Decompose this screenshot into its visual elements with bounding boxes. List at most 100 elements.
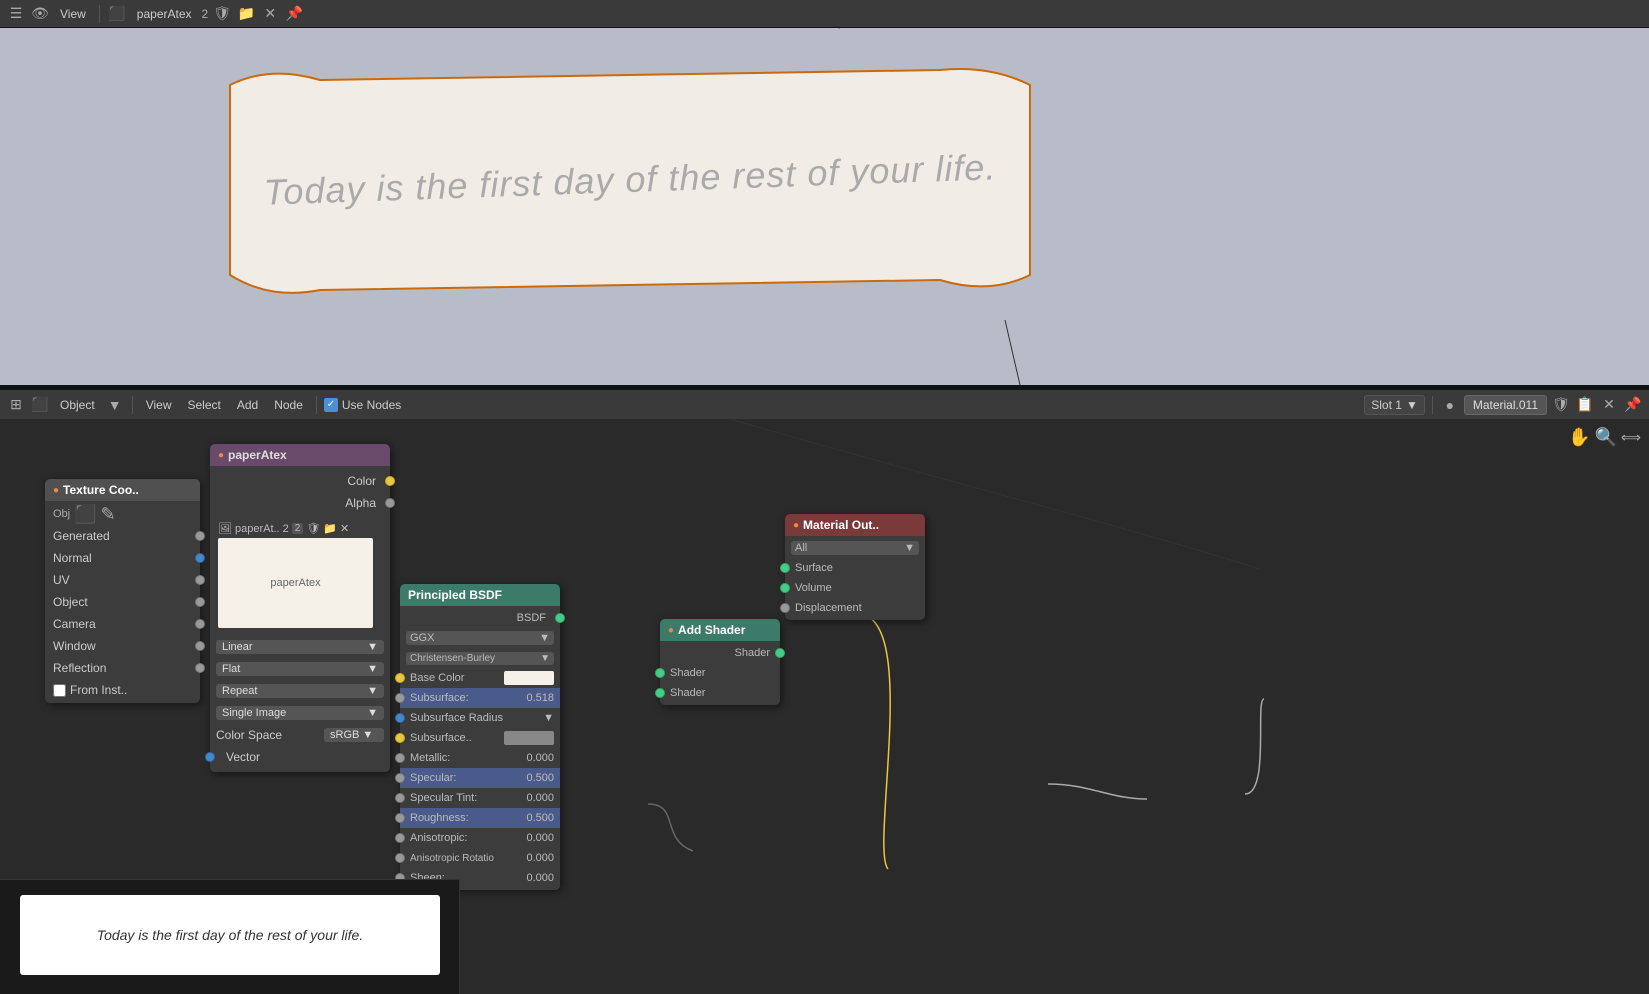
mat-sphere-icon[interactable]: ● <box>1440 395 1460 415</box>
ne-mode-icon[interactable]: ⊞ <box>6 395 26 415</box>
ne-view-menu[interactable]: View <box>140 396 178 414</box>
pa-linear-row[interactable]: Linear ▼ <box>210 636 390 658</box>
add-shader-in2-socket[interactable] <box>655 688 665 698</box>
bsdf-specular-socket[interactable] <box>395 773 405 783</box>
bsdf-subsurf-method-dropdown[interactable]: Christensen-Burley ▼ <box>406 652 554 665</box>
close-icon[interactable]: ✕ <box>260 4 280 24</box>
pa-repeat-row[interactable]: Repeat ▼ <box>210 680 390 702</box>
pa-cs-dropdown[interactable]: sRGB ▼ <box>324 728 384 742</box>
bsdf-spectint-socket[interactable] <box>395 793 405 803</box>
pa-img-shield[interactable]: 🛡 <box>306 522 320 535</box>
render-icon[interactable]: ⬛ <box>107 4 127 24</box>
pan-icon[interactable]: ✋ <box>1568 427 1590 448</box>
bsdf-out-socket[interactable] <box>555 613 565 623</box>
mat-pin-icon[interactable]: 📌 <box>1623 395 1643 415</box>
bsdf-roughness-row[interactable]: Roughness: 0.500 <box>400 808 560 828</box>
material-name-btn[interactable]: Material.011 <box>1464 395 1547 415</box>
bsdf-aniso-socket[interactable] <box>395 833 405 843</box>
pa-alpha-socket[interactable] <box>385 498 395 508</box>
sep3 <box>316 396 317 414</box>
pa-single-dropdown[interactable]: Single Image ▼ <box>216 706 384 720</box>
folder-icon[interactable]: 📁 <box>236 4 256 24</box>
use-nodes-checkbox[interactable]: ✓ <box>324 398 338 412</box>
node-editor[interactable]: ⊞ ⬛ Object ▼ View Select Add Node ✓ Use … <box>0 389 1649 994</box>
tc-obj-icon[interactable]: ⬛ <box>74 504 96 525</box>
use-nodes-toggle[interactable]: ✓ Use Nodes <box>324 398 401 412</box>
bsdf-dist-row[interactable]: GGX ▼ <box>400 628 560 648</box>
pa-img-x[interactable]: ✕ <box>340 522 349 535</box>
3d-viewport[interactable]: ☰ 👁 View ⬛ paperAtex 2 🛡 📁 ✕ 📌 Today is … <box>0 0 1649 385</box>
tc-uv-socket[interactable] <box>195 575 205 585</box>
pa-vector-row: Vector <box>210 746 390 768</box>
bsdf-subsurface-socket[interactable] <box>395 693 405 703</box>
ne-add-menu[interactable]: Add <box>231 396 264 414</box>
mat-out-all-row[interactable]: All ▼ <box>785 538 925 558</box>
pa-flat-dropdown[interactable]: Flat ▼ <box>216 662 384 676</box>
mat-close-icon[interactable]: ✕ <box>1599 395 1619 415</box>
pa-repeat-dropdown[interactable]: Repeat ▼ <box>216 684 384 698</box>
pin-icon[interactable]: 📌 <box>284 4 304 24</box>
material-output-node[interactable]: ● Material Out.. All ▼ Surface <box>785 514 925 620</box>
pa-linear-dropdown[interactable]: Linear ▼ <box>216 640 384 654</box>
pa-img-folder[interactable]: 📁 <box>323 522 337 535</box>
tc-object-socket[interactable] <box>195 597 205 607</box>
bsdf-metallic-socket[interactable] <box>395 753 405 763</box>
bsdf-specular-row[interactable]: Specular: 0.500 <box>400 768 560 788</box>
pa-alpha-label: Alpha <box>345 496 376 510</box>
mode-icon[interactable]: ☰ <box>6 4 26 24</box>
bsdf-subradius-label: Subsurface Radius <box>406 712 543 724</box>
pa-flat-row[interactable]: Flat ▼ <box>210 658 390 680</box>
viewport-toolbar: ☰ 👁 View ⬛ paperAtex 2 🛡 📁 ✕ 📌 <box>0 0 1649 28</box>
bsdf-subsurface-row[interactable]: Subsurface: 0.518 <box>400 688 560 708</box>
tc-edit-icon[interactable]: ✎ <box>101 504 116 525</box>
bsdf-subcol-swatch[interactable] <box>504 731 554 745</box>
bsdf-subsurf-method-row[interactable]: Christensen-Burley ▼ <box>400 648 560 668</box>
bsdf-basecolor-socket[interactable] <box>395 673 405 683</box>
add-shader-node[interactable]: ● Add Shader Shader Shader Shader <box>660 619 780 705</box>
tc-generated-socket[interactable] <box>195 531 205 541</box>
pa-colorspace-row[interactable]: Color Space sRGB ▼ <box>210 724 390 746</box>
split-divider[interactable] <box>0 385 1649 389</box>
view-icon[interactable]: 👁 <box>30 4 50 24</box>
principled-bsdf-node[interactable]: Principled BSDF BSDF GGX ▼ <box>400 584 560 890</box>
ne-type-icon[interactable]: ⬛ <box>30 395 50 415</box>
paper-atex-node[interactable]: ● paperAtex Color Alpha 🖼 paperAt.. 2 <box>210 444 390 772</box>
tc-from-inst-label: From Inst.. <box>70 683 127 697</box>
pa-img-preview-text: paperAtex <box>270 577 320 589</box>
bsdf-subradius-socket[interactable] <box>395 713 405 723</box>
mat-out-surface-socket[interactable] <box>780 563 790 573</box>
node-canvas[interactable]: ● Texture Coo.. Obj ⬛ ✎ Generated Normal <box>0 419 1649 994</box>
tc-normal-row: Normal <box>45 547 200 569</box>
add-shader-in1-socket[interactable] <box>655 668 665 678</box>
view-menu[interactable]: View <box>54 5 92 23</box>
bsdf-subcol-socket[interactable] <box>395 733 405 743</box>
bsdf-anisorot-socket[interactable] <box>395 853 405 863</box>
mat-copy-icon[interactable]: 📋 <box>1575 395 1595 415</box>
shield-icon[interactable]: 🛡 <box>212 4 232 24</box>
tc-from-inst-cb[interactable] <box>53 684 66 697</box>
mat-out-all-dropdown[interactable]: All ▼ <box>791 541 919 555</box>
ne-object-menu[interactable]: Object <box>54 396 101 414</box>
mat-shield-icon[interactable]: 🛡 <box>1551 395 1571 415</box>
tc-reflection-socket[interactable] <box>195 663 205 673</box>
ne-select-menu[interactable]: Select <box>181 396 226 414</box>
pa-image-node[interactable]: 🖼 paperAt.. 2 2 🛡 📁 ✕ paperAtex <box>214 518 386 632</box>
nav-icon[interactable]: ⟺ <box>1621 429 1641 448</box>
bsdf-basecolor-swatch[interactable] <box>504 671 554 685</box>
add-shader-out-socket[interactable] <box>775 648 785 658</box>
mat-out-volume-socket[interactable] <box>780 583 790 593</box>
tc-window-socket[interactable] <box>195 641 205 651</box>
bsdf-roughness-socket[interactable] <box>395 813 405 823</box>
tc-camera-socket[interactable] <box>195 619 205 629</box>
pa-color-socket[interactable] <box>385 476 395 486</box>
texture-coordinate-node[interactable]: ● Texture Coo.. Obj ⬛ ✎ Generated Normal <box>45 479 200 703</box>
slot-dropdown[interactable]: Slot 1 ▼ <box>1364 395 1425 415</box>
ne-node-menu[interactable]: Node <box>268 396 309 414</box>
bsdf-dist-dropdown[interactable]: GGX ▼ <box>406 631 554 645</box>
mat-out-displace-socket[interactable] <box>780 603 790 613</box>
node-editor-toolbar: ⊞ ⬛ Object ▼ View Select Add Node ✓ Use … <box>0 389 1649 419</box>
tc-normal-socket[interactable] <box>195 553 205 563</box>
pa-vector-socket[interactable] <box>205 752 215 762</box>
pa-single-row[interactable]: Single Image ▼ <box>210 702 390 724</box>
zoom-icon[interactable]: 🔍 <box>1595 427 1617 448</box>
